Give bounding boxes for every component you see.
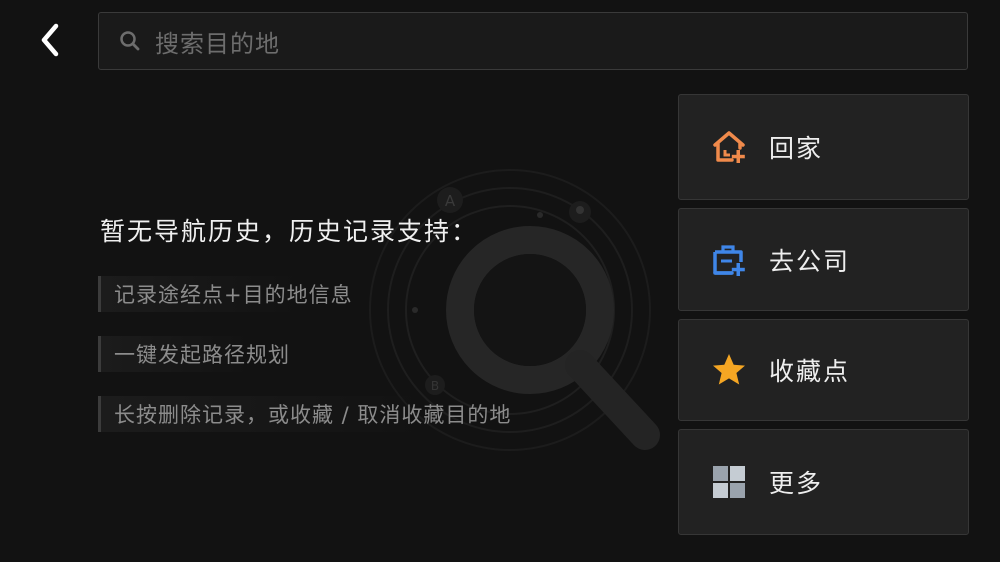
- go-home-label: 回家: [769, 134, 824, 163]
- home-add-icon: [709, 127, 749, 167]
- search-placeholder: 搜索目的地: [155, 29, 280, 58]
- tip-item: 长按删除记录，或收藏 / 取消收藏目的地: [98, 396, 512, 432]
- back-button[interactable]: [28, 18, 72, 62]
- search-input[interactable]: 搜索目的地: [98, 12, 968, 70]
- go-company-button[interactable]: 去公司: [678, 208, 969, 311]
- search-icon: [119, 29, 143, 53]
- bg-label-a: A: [445, 192, 456, 210]
- favorites-button[interactable]: 收藏点: [678, 319, 969, 421]
- grid-icon: [709, 462, 749, 502]
- favorites-label: 收藏点: [769, 357, 851, 386]
- company-add-icon: [709, 240, 749, 280]
- go-home-button[interactable]: 回家: [678, 94, 969, 200]
- chevron-left-icon: [41, 23, 59, 57]
- bg-label-b: B: [431, 379, 439, 393]
- more-label: 更多: [769, 469, 824, 498]
- empty-history-title: 暂无导航历史，历史记录支持：: [100, 217, 479, 246]
- tip-item: 记录途经点+目的地信息: [98, 276, 353, 312]
- tip-item: 一键发起路径规划: [98, 336, 290, 372]
- go-company-label: 去公司: [769, 246, 851, 276]
- more-button[interactable]: 更多: [678, 429, 969, 535]
- star-icon: [709, 350, 749, 390]
